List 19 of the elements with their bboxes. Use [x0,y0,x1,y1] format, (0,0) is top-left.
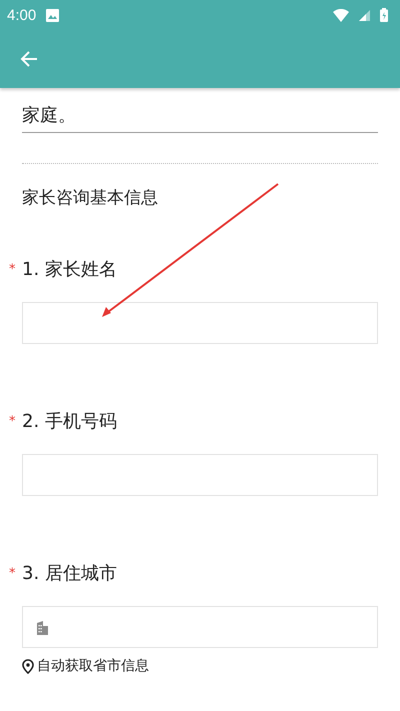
question-label: 1. 家长姓名 [22,258,117,281]
input-field[interactable] [22,454,378,496]
battery-icon [380,8,388,22]
auto-location-link[interactable]: 自动获取省市信息 [37,657,149,675]
input-field[interactable] [22,606,378,648]
wifi-icon [333,8,349,22]
required-mark: * [9,262,16,276]
intro-text: 家庭。 [22,104,378,133]
input-field[interactable] [22,302,378,344]
question-label: 2. 手机号码 [22,410,117,433]
image-icon [46,8,60,22]
question-label: 3. 居住城市 [22,562,117,585]
required-mark: * [9,414,16,428]
signal-icon [359,10,370,20]
building-icon [35,620,50,634]
section-title: 家长咨询基本信息 [22,187,159,210]
required-mark: * [9,566,16,580]
location-pin-icon [22,658,34,674]
status-time: 4:00 [7,6,36,24]
